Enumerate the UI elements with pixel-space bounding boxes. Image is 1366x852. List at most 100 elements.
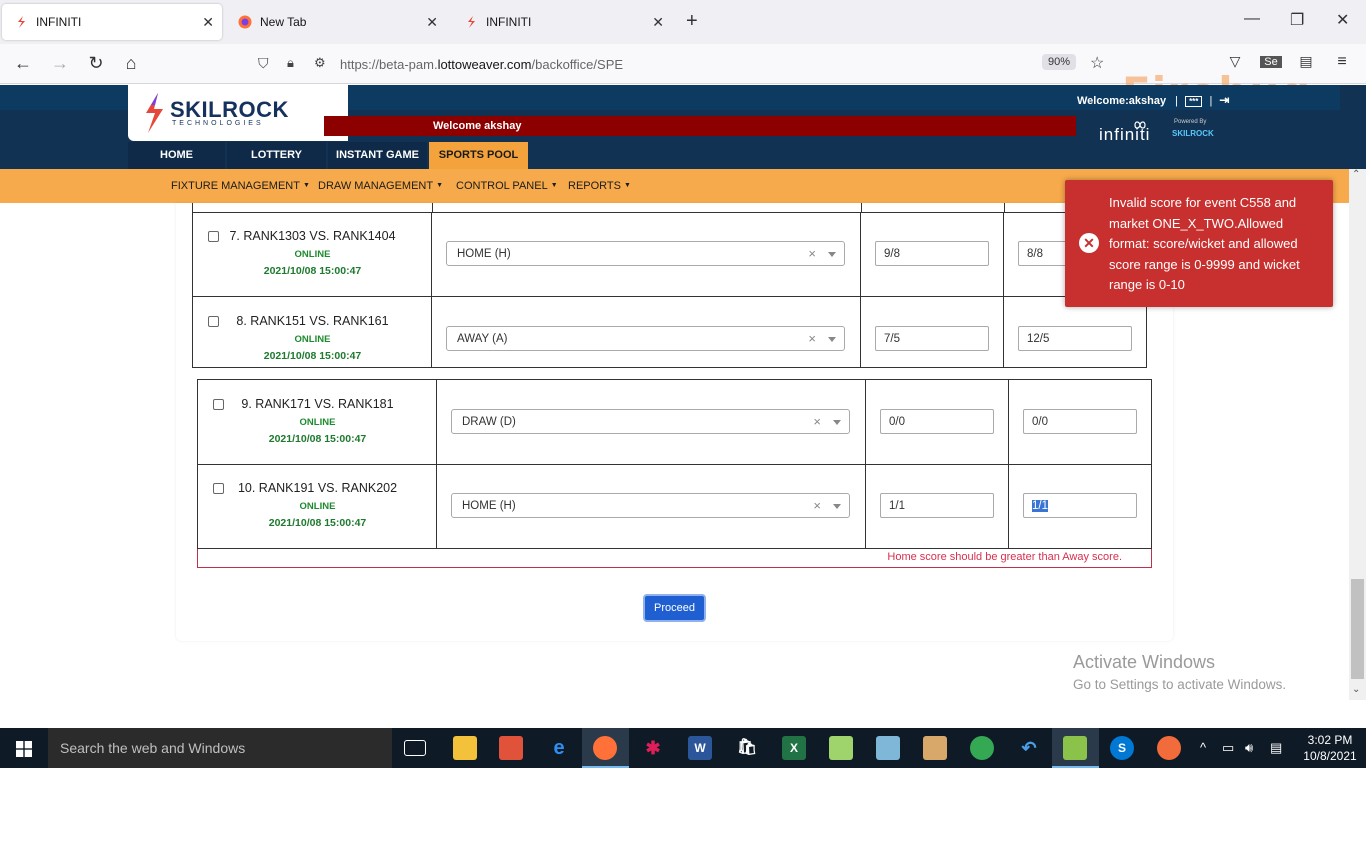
subnav-control-panel[interactable]: CONTROL PANEL ▼ <box>456 180 558 192</box>
home-score-input[interactable]: 1/1 <box>880 493 994 518</box>
skype-icon[interactable]: S <box>1110 736 1134 760</box>
bookmark-star-icon[interactable]: ☆ <box>1090 53 1104 73</box>
result-select[interactable]: AWAY (A) × <box>446 326 845 351</box>
permissions-icon[interactable]: ⚙︎ <box>314 55 326 71</box>
clear-icon[interactable]: × <box>808 246 816 261</box>
selenium-extension-icon[interactable]: Se <box>1260 56 1282 68</box>
chevron-down-icon[interactable] <box>833 504 841 509</box>
notifications-icon[interactable]: ▤ <box>1270 740 1282 756</box>
reload-icon[interactable]: ↻ <box>85 53 107 74</box>
paint-icon[interactable] <box>923 736 947 760</box>
minimize-icon[interactable]: — <box>1244 10 1260 28</box>
slack-icon[interactable]: ✱ <box>641 736 665 760</box>
nav-home[interactable]: HOME <box>128 142 225 169</box>
match-date: 2021/10/08 15:00:47 <box>263 265 362 277</box>
task-view-icon[interactable] <box>404 740 426 756</box>
firefox-icon[interactable] <box>593 736 617 760</box>
result-select[interactable]: DRAW (D) × <box>451 409 850 434</box>
close-tab-icon[interactable]: ✕ <box>202 14 214 31</box>
excel-icon[interactable]: X <box>782 736 806 760</box>
home-icon[interactable]: ⌂ <box>120 53 142 74</box>
browser-tab-infiniti-2[interactable]: INFINITI ✕ <box>452 4 672 40</box>
reader-icon[interactable] <box>876 736 900 760</box>
nav-lottery[interactable]: LOTTERY <box>227 142 326 169</box>
word-icon[interactable]: W <box>688 736 712 760</box>
browser-nav-bar: ← → ↻ ⌂ ⛉ 🔒︎ ⚙︎ https://beta-pam.lottowe… <box>0 44 1366 117</box>
teamviewer-icon[interactable]: ↶ <box>1017 736 1041 760</box>
tab-label: New Tab <box>260 15 307 29</box>
charts-app-icon[interactable] <box>1063 736 1087 760</box>
extension-icon[interactable]: ▤ <box>1295 53 1317 70</box>
notes-icon[interactable] <box>829 736 853 760</box>
store-app-icon[interactable] <box>499 736 523 760</box>
home-score-input[interactable]: 9/8 <box>875 241 989 266</box>
nav-sports-pool[interactable]: SPORTS POOL <box>429 142 528 169</box>
clock-date[interactable]: 10/8/2021 <box>1300 749 1360 763</box>
table-row: 9. RANK171 VS. RANK181 ONLINE 2021/10/08… <box>197 379 1152 465</box>
clear-icon[interactable]: × <box>813 498 821 513</box>
result-cell: AWAY (A) × <box>432 297 861 367</box>
nav-instant-game[interactable]: INSTANT GAME <box>328 142 427 169</box>
page-scrollbar[interactable]: ⌃ ⌄ <box>1349 169 1366 700</box>
edge-icon[interactable]: e <box>547 736 571 760</box>
menu-hamburger-icon[interactable]: ≡ <box>1331 53 1353 71</box>
close-tab-icon[interactable]: ✕ <box>426 14 438 31</box>
result-select[interactable]: HOME (H) × <box>451 493 850 518</box>
away-score-input[interactable]: 12/5 <box>1018 326 1132 351</box>
shield-icon[interactable]: ⛉ <box>258 55 269 72</box>
close-tab-icon[interactable]: ✕ <box>652 14 664 31</box>
browser-tab-infiniti-1[interactable]: INFINITI ✕ <box>2 4 222 40</box>
home-score-cell: 0/0 <box>866 380 1009 464</box>
url-text[interactable]: https://beta-pam.lottoweaver.com/backoff… <box>340 57 623 72</box>
clear-icon[interactable]: × <box>808 331 816 346</box>
error-toast[interactable]: ✕ Invalid score for event C558 and marke… <box>1065 180 1333 307</box>
subnav-reports[interactable]: REPORTS ▼ <box>568 180 631 192</box>
volume-icon[interactable]: 🔊︎ <box>1245 740 1253 756</box>
scroll-up-icon[interactable]: ⌃ <box>1352 169 1360 180</box>
zoom-level[interactable]: 90% <box>1042 54 1077 70</box>
clear-icon[interactable]: × <box>813 414 821 429</box>
chrome-icon[interactable] <box>970 736 994 760</box>
password-icon[interactable]: *** <box>1185 96 1203 107</box>
start-button[interactable] <box>0 728 48 768</box>
chevron-down-icon[interactable] <box>828 337 836 342</box>
proceed-button[interactable]: Proceed <box>643 594 706 622</box>
result-select[interactable]: HOME (H) × <box>446 241 845 266</box>
forward-arrow-icon[interactable]: → <box>49 53 71 74</box>
chevron-down-icon[interactable] <box>828 252 836 257</box>
toast-message: Invalid score for event C558 and market … <box>1109 195 1300 292</box>
lock-icon[interactable]: 🔒︎ <box>287 55 294 71</box>
new-tab-plus-icon[interactable]: + <box>686 10 698 33</box>
scroll-down-icon[interactable]: ⌄ <box>1352 684 1360 695</box>
taskbar-search-input[interactable]: Search the web and Windows <box>48 728 392 768</box>
match-cell: 8. RANK151 VS. RANK161 ONLINE 2021/10/08… <box>193 297 432 367</box>
address-bar[interactable]: ⛉ 🔒︎ ⚙︎ https://beta-pam.lottoweaver.com… <box>252 50 1118 78</box>
store-bag-icon[interactable]: 🛍︎ <box>735 736 759 760</box>
windows-logo-icon <box>16 741 32 760</box>
postman-icon[interactable] <box>1157 736 1181 760</box>
main-nav: HOME LOTTERY INSTANT GAME SPORTS POOL <box>128 142 530 169</box>
file-explorer-icon[interactable] <box>453 736 477 760</box>
home-score-input[interactable]: 7/5 <box>875 326 989 351</box>
away-score-input[interactable]: 0/0 <box>1023 409 1137 434</box>
pocket-icon[interactable]: ▽ <box>1224 53 1246 70</box>
chevron-down-icon[interactable] <box>833 420 841 425</box>
away-score-input[interactable]: 1/1 <box>1023 493 1137 518</box>
validation-error-message: Home score should be greater than Away s… <box>887 551 1122 563</box>
match-title: 9. RANK171 VS. RANK181 <box>241 397 394 411</box>
subnav-draw-management[interactable]: DRAW MANAGEMENT ▼ <box>318 180 443 192</box>
back-arrow-icon[interactable]: ← <box>12 53 34 74</box>
battery-icon[interactable]: ▭ <box>1222 740 1234 756</box>
tray-chevron-up-icon[interactable]: ^ <box>1200 740 1206 755</box>
skilrock-favicon-icon <box>464 15 478 29</box>
browser-tab-new-tab[interactable]: New Tab ✕ <box>226 4 446 40</box>
clock-time[interactable]: 3:02 PM <box>1300 733 1360 747</box>
close-window-icon[interactable]: ✕ <box>1336 10 1349 30</box>
skilrock-logo[interactable]: SKILROCK TECHNOLOGIES <box>128 85 348 141</box>
subnav-fixture-management[interactable]: FIXTURE MANAGEMENT ▼ <box>171 180 310 192</box>
logout-icon[interactable]: ⇥ <box>1219 93 1229 107</box>
home-score-input[interactable]: 0/0 <box>880 409 994 434</box>
scroll-thumb[interactable] <box>1351 579 1364 679</box>
restore-icon[interactable]: ❐ <box>1290 10 1304 30</box>
activate-windows-title: Activate Windows <box>1073 652 1216 672</box>
